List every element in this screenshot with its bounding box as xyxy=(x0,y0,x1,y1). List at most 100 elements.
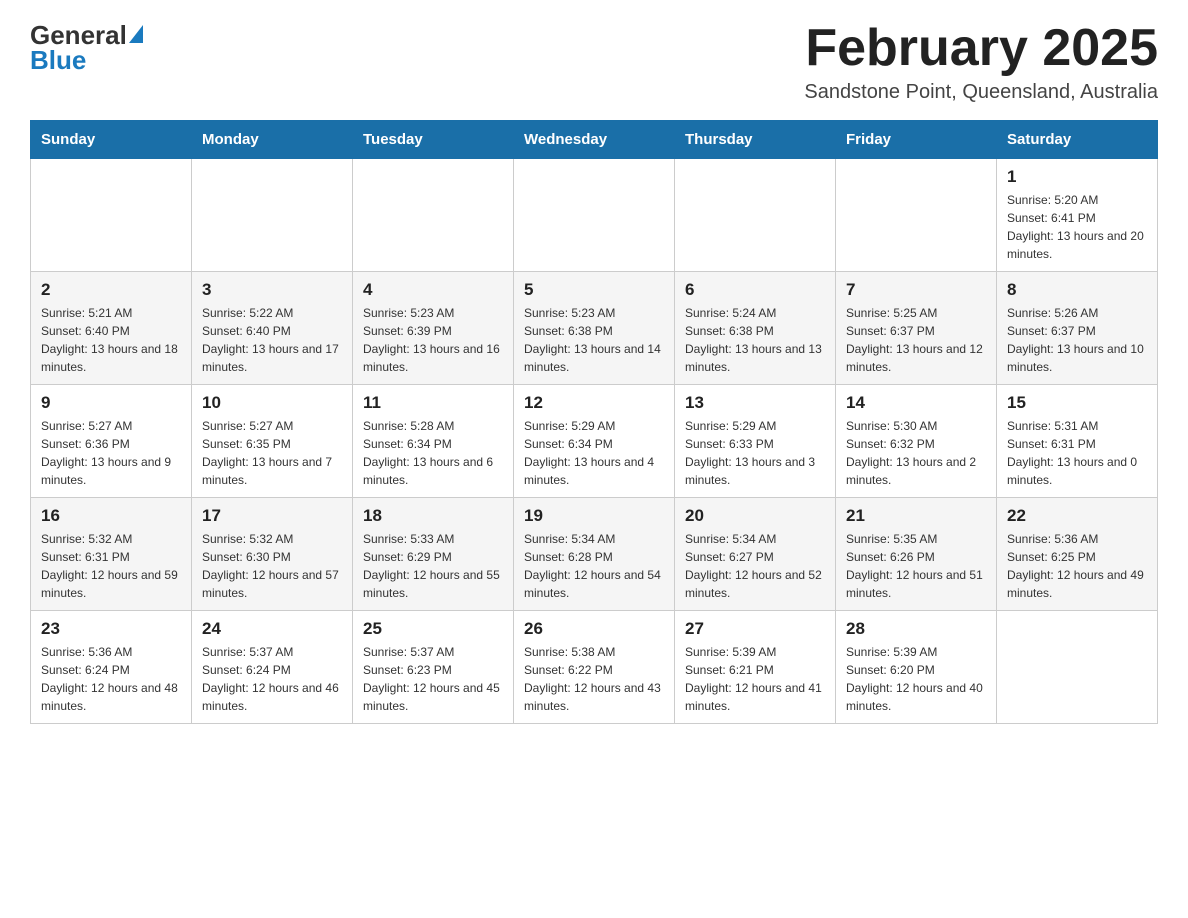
calendar-cell: 21Sunrise: 5:35 AM Sunset: 6:26 PM Dayli… xyxy=(836,498,997,611)
calendar-cell: 13 Sunrise: 5:29 AM Sunset: 6:33 PM Dayli… xyxy=(675,385,836,498)
day-number: 15 xyxy=(1007,393,1147,413)
day-header-friday: Friday xyxy=(836,121,997,159)
calendar-cell: 27 Sunrise: 5:39 AM Sunset: 6:21 PM Dayli… xyxy=(675,611,836,724)
day-info: Sunrise: 5:39 AM Sunset: 6:20 PM Dayligh… xyxy=(846,643,986,715)
day-info: Sunrise: 5:27 AM Sunset: 6:35 PM Dayligh… xyxy=(202,417,342,489)
calendar-cell xyxy=(997,611,1158,724)
calendar-cell: 20Sunrise: 5:34 AM Sunset: 6:27 PM Dayli… xyxy=(675,498,836,611)
calendar-table: SundayMondayTuesdayWednesdayThursdayFrid… xyxy=(30,120,1158,724)
calendar-cell: 10 Sunrise: 5:27 AM Sunset: 6:35 PM Dayli… xyxy=(192,385,353,498)
calendar-cell: 15 Sunrise: 5:31 AM Sunset: 6:31 PM Dayli… xyxy=(997,385,1158,498)
day-info: Sunrise: 5:27 AM Sunset: 6:36 PM Dayligh… xyxy=(41,417,181,489)
logo-arrow-icon xyxy=(129,25,143,43)
day-number: 7 xyxy=(846,280,986,300)
day-number: 21 xyxy=(846,506,986,526)
day-info: Sunrise: 5:20 AM Sunset: 6:41 PM Dayligh… xyxy=(1007,191,1147,263)
location-subtitle: Sandstone Point, Queensland, Australia xyxy=(804,81,1158,104)
calendar-cell: 19 Sunrise: 5:34 AM Sunset: 6:28 PM Dayli… xyxy=(514,498,675,611)
calendar-cell xyxy=(836,159,997,272)
day-info: Sunrise: 5:36 AM Sunset: 6:25 PM Dayligh… xyxy=(1007,530,1147,602)
day-number: 6 xyxy=(685,280,825,300)
day-header-tuesday: Tuesday xyxy=(353,121,514,159)
day-number: 22 xyxy=(1007,506,1147,526)
day-info: Sunrise: 5:22 AM Sunset: 6:40 PM Dayligh… xyxy=(202,304,342,376)
day-info: Sunrise: 5:38 AM Sunset: 6:22 PM Dayligh… xyxy=(524,643,664,715)
day-info: Sunrise: 5:36 AM Sunset: 6:24 PM Dayligh… xyxy=(41,643,181,715)
day-header-saturday: Saturday xyxy=(997,121,1158,159)
calendar-cell xyxy=(31,159,192,272)
logo: General Blue xyxy=(30,20,143,76)
calendar-cell: 17 Sunrise: 5:32 AM Sunset: 6:30 PM Dayli… xyxy=(192,498,353,611)
calendar-cell: 11Sunrise: 5:28 AM Sunset: 6:34 PM Dayli… xyxy=(353,385,514,498)
calendar-cell: 2 Sunrise: 5:21 AM Sunset: 6:40 PM Daylig… xyxy=(31,272,192,385)
day-number: 19 xyxy=(524,506,664,526)
day-info: Sunrise: 5:37 AM Sunset: 6:23 PM Dayligh… xyxy=(363,643,503,715)
day-number: 28 xyxy=(846,619,986,639)
day-info: Sunrise: 5:25 AM Sunset: 6:37 PM Dayligh… xyxy=(846,304,986,376)
calendar-cell: 7 Sunrise: 5:25 AM Sunset: 6:37 PM Daylig… xyxy=(836,272,997,385)
day-number: 20 xyxy=(685,506,825,526)
calendar-cell: 22 Sunrise: 5:36 AM Sunset: 6:25 PM Dayli… xyxy=(997,498,1158,611)
calendar-cell xyxy=(192,159,353,272)
day-number: 23 xyxy=(41,619,181,639)
day-number: 5 xyxy=(524,280,664,300)
day-number: 18 xyxy=(363,506,503,526)
day-number: 2 xyxy=(41,280,181,300)
calendar-week-row: 9 Sunrise: 5:27 AM Sunset: 6:36 PM Daylig… xyxy=(31,385,1158,498)
calendar-cell: 18 Sunrise: 5:33 AM Sunset: 6:29 PM Dayli… xyxy=(353,498,514,611)
day-info: Sunrise: 5:30 AM Sunset: 6:32 PM Dayligh… xyxy=(846,417,986,489)
calendar-week-row: 23 Sunrise: 5:36 AM Sunset: 6:24 PM Dayli… xyxy=(31,611,1158,724)
calendar-cell: 1Sunrise: 5:20 AM Sunset: 6:41 PM Daylig… xyxy=(997,159,1158,272)
calendar-week-row: 1Sunrise: 5:20 AM Sunset: 6:41 PM Daylig… xyxy=(31,159,1158,272)
calendar-cell: 24 Sunrise: 5:37 AM Sunset: 6:24 PM Dayli… xyxy=(192,611,353,724)
day-number: 11 xyxy=(363,393,503,413)
calendar-cell: 25Sunrise: 5:37 AM Sunset: 6:23 PM Dayli… xyxy=(353,611,514,724)
calendar-cell: 8 Sunrise: 5:26 AM Sunset: 6:37 PM Daylig… xyxy=(997,272,1158,385)
day-info: Sunrise: 5:39 AM Sunset: 6:21 PM Dayligh… xyxy=(685,643,825,715)
calendar-cell: 12 Sunrise: 5:29 AM Sunset: 6:34 PM Dayli… xyxy=(514,385,675,498)
calendar-cell xyxy=(675,159,836,272)
day-number: 26 xyxy=(524,619,664,639)
calendar-cell: 28 Sunrise: 5:39 AM Sunset: 6:20 PM Dayli… xyxy=(836,611,997,724)
calendar-cell: 14 Sunrise: 5:30 AM Sunset: 6:32 PM Dayli… xyxy=(836,385,997,498)
calendar-cell: 9 Sunrise: 5:27 AM Sunset: 6:36 PM Daylig… xyxy=(31,385,192,498)
day-number: 9 xyxy=(41,393,181,413)
day-info: Sunrise: 5:29 AM Sunset: 6:34 PM Dayligh… xyxy=(524,417,664,489)
day-number: 14 xyxy=(846,393,986,413)
calendar-cell xyxy=(514,159,675,272)
day-number: 17 xyxy=(202,506,342,526)
day-info: Sunrise: 5:37 AM Sunset: 6:24 PM Dayligh… xyxy=(202,643,342,715)
day-header-monday: Monday xyxy=(192,121,353,159)
day-info: Sunrise: 5:29 AM Sunset: 6:33 PM Dayligh… xyxy=(685,417,825,489)
day-number: 10 xyxy=(202,393,342,413)
day-header-wednesday: Wednesday xyxy=(514,121,675,159)
calendar-cell: 5 Sunrise: 5:23 AM Sunset: 6:38 PM Daylig… xyxy=(514,272,675,385)
day-info: Sunrise: 5:31 AM Sunset: 6:31 PM Dayligh… xyxy=(1007,417,1147,489)
day-header-sunday: Sunday xyxy=(31,121,192,159)
day-header-thursday: Thursday xyxy=(675,121,836,159)
page-header: General Blue February 2025 Sandstone Poi… xyxy=(30,20,1158,104)
day-info: Sunrise: 5:34 AM Sunset: 6:28 PM Dayligh… xyxy=(524,530,664,602)
day-info: Sunrise: 5:33 AM Sunset: 6:29 PM Dayligh… xyxy=(363,530,503,602)
calendar-cell: 3 Sunrise: 5:22 AM Sunset: 6:40 PM Daylig… xyxy=(192,272,353,385)
calendar-week-row: 2 Sunrise: 5:21 AM Sunset: 6:40 PM Daylig… xyxy=(31,272,1158,385)
day-number: 8 xyxy=(1007,280,1147,300)
day-number: 24 xyxy=(202,619,342,639)
title-section: February 2025 Sandstone Point, Queenslan… xyxy=(804,20,1158,104)
day-info: Sunrise: 5:32 AM Sunset: 6:30 PM Dayligh… xyxy=(202,530,342,602)
day-info: Sunrise: 5:21 AM Sunset: 6:40 PM Dayligh… xyxy=(41,304,181,376)
day-info: Sunrise: 5:23 AM Sunset: 6:38 PM Dayligh… xyxy=(524,304,664,376)
day-number: 13 xyxy=(685,393,825,413)
day-info: Sunrise: 5:26 AM Sunset: 6:37 PM Dayligh… xyxy=(1007,304,1147,376)
day-number: 16 xyxy=(41,506,181,526)
day-number: 12 xyxy=(524,393,664,413)
day-number: 4 xyxy=(363,280,503,300)
day-info: Sunrise: 5:24 AM Sunset: 6:38 PM Dayligh… xyxy=(685,304,825,376)
day-info: Sunrise: 5:32 AM Sunset: 6:31 PM Dayligh… xyxy=(41,530,181,602)
calendar-cell xyxy=(353,159,514,272)
calendar-cell: 4Sunrise: 5:23 AM Sunset: 6:39 PM Daylig… xyxy=(353,272,514,385)
logo-blue-text: Blue xyxy=(30,45,86,76)
calendar-week-row: 16 Sunrise: 5:32 AM Sunset: 6:31 PM Dayli… xyxy=(31,498,1158,611)
day-number: 3 xyxy=(202,280,342,300)
day-number: 27 xyxy=(685,619,825,639)
